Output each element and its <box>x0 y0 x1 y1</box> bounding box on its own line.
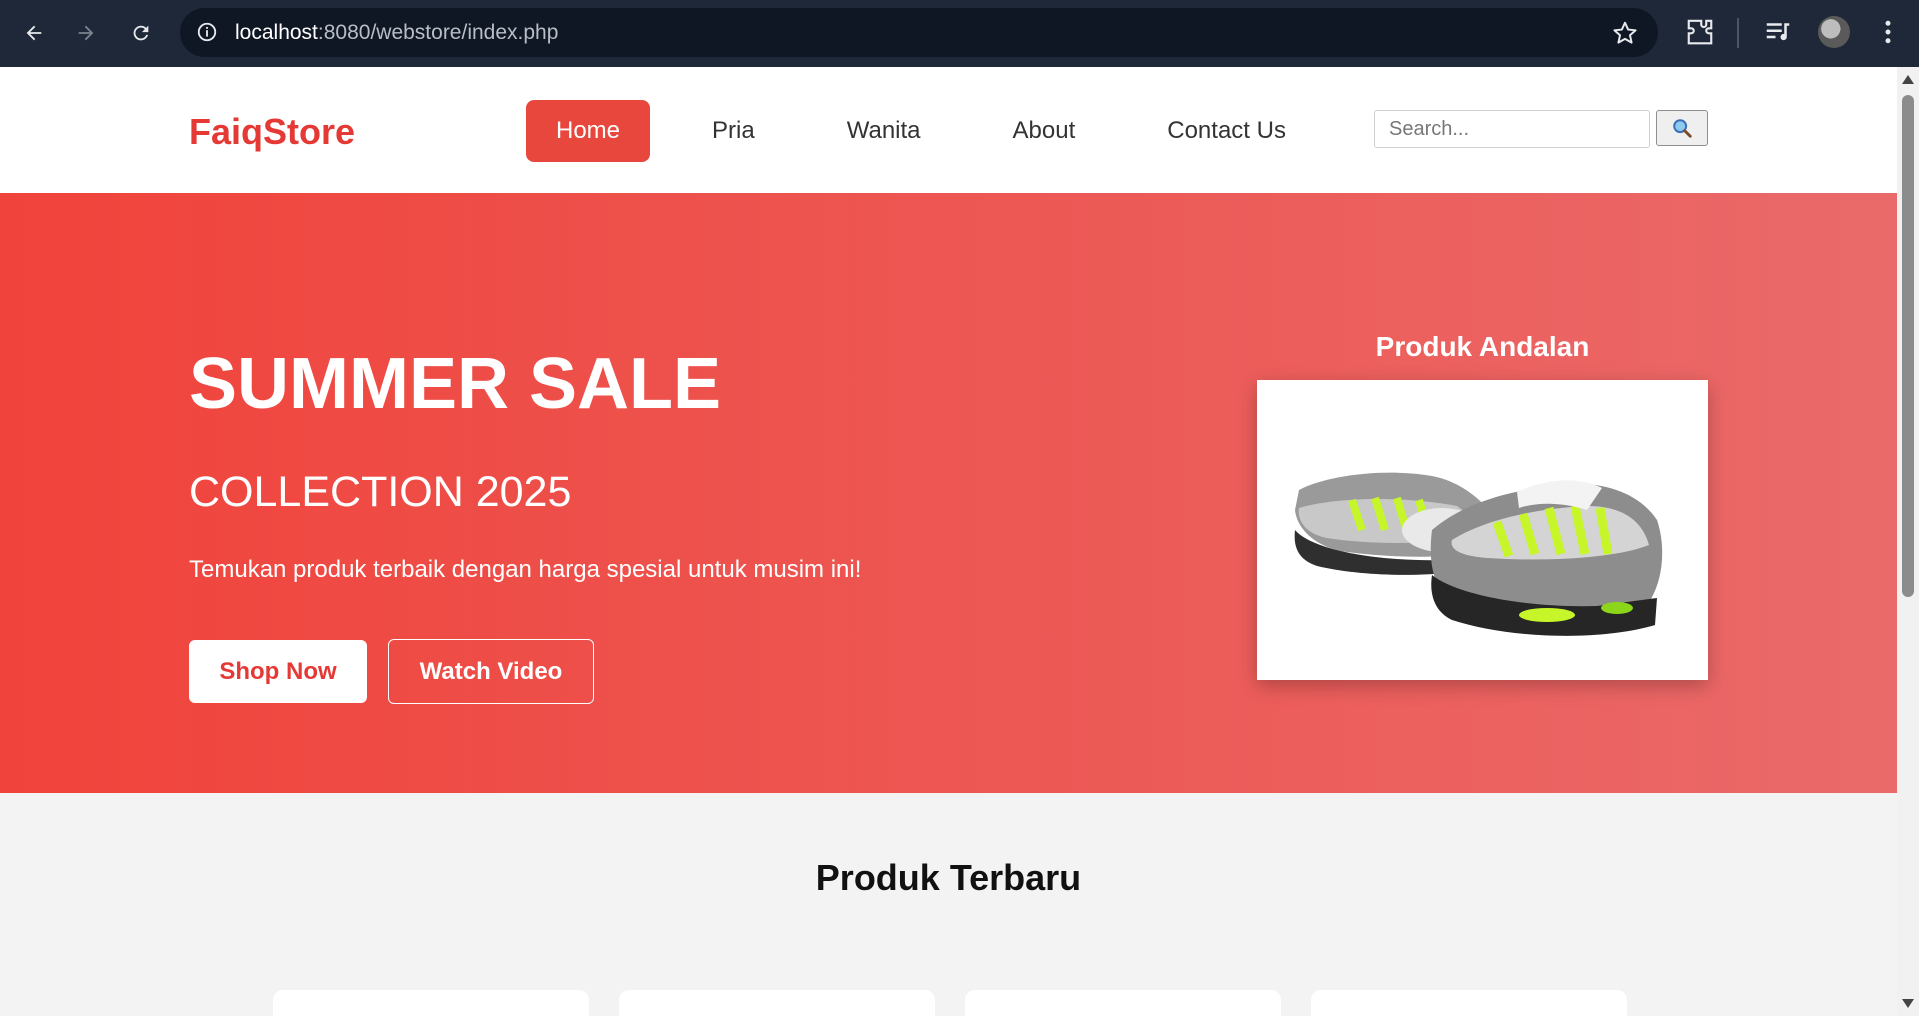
hero-title: SUMMER SALE <box>189 344 722 424</box>
nav-about[interactable]: About <box>983 100 1106 162</box>
bookmark-star-icon[interactable] <box>1612 20 1638 46</box>
featured-title: Produk Andalan <box>1375 331 1590 362</box>
magnifier-icon <box>1673 119 1692 138</box>
watch-video-button[interactable]: Watch Video <box>388 639 594 704</box>
product-card[interactable] <box>619 990 935 1016</box>
nav-wanita[interactable]: Wanita <box>817 100 951 162</box>
nav-pria[interactable]: Pria <box>682 100 785 162</box>
arrow-left-icon <box>26 25 42 41</box>
product-card-list <box>273 990 1627 1016</box>
profile-avatar[interactable] <box>1818 16 1850 48</box>
nav-contact[interactable]: Contact Us <box>1137 100 1316 162</box>
scrollbar-thumb[interactable] <box>1902 95 1914 597</box>
media-control-icon[interactable] <box>1763 17 1793 47</box>
forward-button[interactable] <box>66 13 106 53</box>
browser-toolbar: localhost:8080/webstore/index.php <box>0 0 1919 67</box>
site-info-icon[interactable] <box>196 21 218 43</box>
scroll-down-arrow-icon[interactable] <box>1902 999 1914 1008</box>
search-button[interactable] <box>1656 110 1708 146</box>
latest-products-title: Produk Terbaru <box>815 857 1082 898</box>
extensions-icon[interactable] <box>1685 17 1715 47</box>
hero-subtitle: COLLECTION 2025 <box>189 468 572 516</box>
hero-description: Temukan produk terbaik dengan harga spes… <box>189 556 862 583</box>
url-text: localhost:8080/webstore/index.php <box>235 21 559 44</box>
featured-product-image[interactable] <box>1257 380 1708 680</box>
page-viewport: FaiqStore Home Pria Wanita About Contact… <box>0 67 1897 1016</box>
reload-icon <box>133 25 149 41</box>
reload-button[interactable] <box>121 13 161 53</box>
product-card[interactable] <box>273 990 589 1016</box>
shop-now-button[interactable]: Shop Now <box>189 640 367 703</box>
address-bar[interactable]: localhost:8080/webstore/index.php <box>180 8 1658 57</box>
kebab-menu-icon[interactable] <box>1873 17 1903 47</box>
main-nav: Home Pria Wanita About Contact Us <box>526 100 1316 162</box>
arrow-right-icon <box>78 25 94 41</box>
nav-home[interactable]: Home <box>526 100 651 162</box>
product-card[interactable] <box>1311 990 1627 1016</box>
toolbar-separator <box>1737 18 1739 48</box>
store-logo[interactable]: FaiqStore <box>189 111 355 153</box>
back-button[interactable] <box>14 13 54 53</box>
hero-banner: SUMMER SALE COLLECTION 2025 Temukan prod… <box>0 193 1897 793</box>
sneakers-image <box>1294 472 1663 636</box>
page-scrollbar[interactable] <box>1897 67 1919 1016</box>
search-input[interactable] <box>1374 110 1650 148</box>
scroll-up-arrow-icon[interactable] <box>1902 75 1914 84</box>
product-card[interactable] <box>965 990 1281 1016</box>
site-header: FaiqStore Home Pria Wanita About Contact… <box>0 67 1897 223</box>
